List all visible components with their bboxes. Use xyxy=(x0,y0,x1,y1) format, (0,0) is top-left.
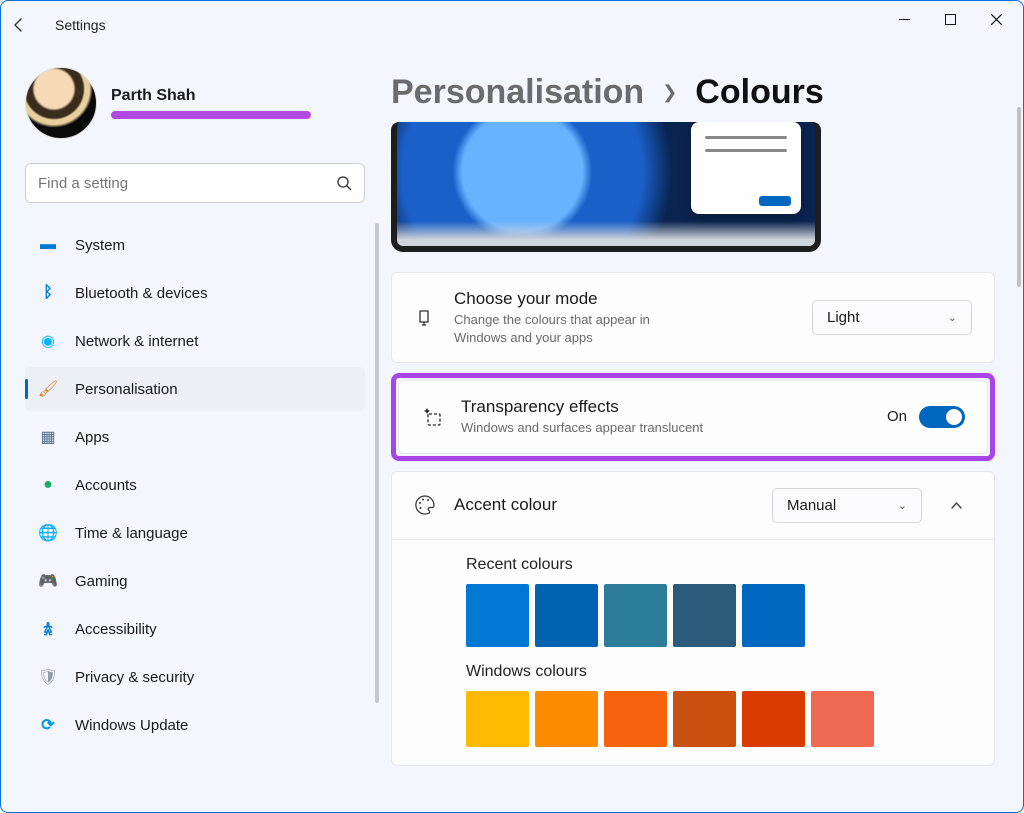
transparency-state: On xyxy=(887,408,907,425)
mode-card: Choose your mode Change the colours that… xyxy=(391,272,995,363)
recent-colour-swatch[interactable] xyxy=(673,584,736,647)
accent-card: Accent colour Manual ⌄ Recent colours Wi… xyxy=(391,471,995,766)
chevron-down-icon: ⌄ xyxy=(898,499,907,512)
accent-collapse-button[interactable] xyxy=(940,489,972,521)
maximize-button[interactable] xyxy=(927,3,973,35)
brush-icon: 🖌 xyxy=(37,379,59,399)
windows-colour-swatch[interactable] xyxy=(742,691,805,747)
sidebar-item-accounts[interactable]: ● Accounts xyxy=(25,463,365,507)
windows-colour-swatch[interactable] xyxy=(466,691,529,747)
preview-pane xyxy=(391,122,821,252)
bluetooth-icon: ᛒ xyxy=(37,284,59,302)
accent-title: Accent colour xyxy=(454,495,754,515)
sidebar-item-label: Personalisation xyxy=(75,381,178,398)
back-button[interactable] xyxy=(11,17,51,33)
windows-colour-swatch[interactable] xyxy=(811,691,874,747)
accent-mode-dropdown[interactable]: Manual ⌄ xyxy=(772,488,922,523)
shield-icon: 🛡 xyxy=(37,667,59,687)
search-icon xyxy=(337,176,352,191)
search-box[interactable] xyxy=(25,163,365,203)
accessibility-icon: 𖠋 xyxy=(37,618,59,640)
breadcrumb-current: Colours xyxy=(695,73,823,112)
sidebar-item-label: Privacy & security xyxy=(75,669,194,686)
accent-body: Recent colours Windows colours xyxy=(392,556,994,765)
windows-colour-swatch[interactable] xyxy=(604,691,667,747)
sidebar-item-personalisation[interactable]: 🖌 Personalisation xyxy=(25,367,365,411)
windows-colour-swatch[interactable] xyxy=(535,691,598,747)
recent-colour-swatch[interactable] xyxy=(742,584,805,647)
sidebar-item-label: Accounts xyxy=(75,477,137,494)
redacted-email xyxy=(111,111,311,119)
system-icon: ▬ xyxy=(37,236,59,254)
sidebar-item-network[interactable]: ◉ Network & internet xyxy=(25,319,365,363)
titlebar: Settings xyxy=(1,1,1023,49)
sidebar-item-bluetooth[interactable]: ᛒ Bluetooth & devices xyxy=(25,271,365,315)
nav-list: ▬ System ᛒ Bluetooth & devices ◉ Network… xyxy=(25,223,373,747)
chevron-down-icon: ⌄ xyxy=(948,311,957,324)
breadcrumb: Personalisation ❯ Colours xyxy=(391,49,995,122)
gaming-icon: 🎮 xyxy=(37,571,59,591)
profile-block[interactable]: Parth Shah xyxy=(25,67,373,139)
mode-desc: Change the colours that appear in Window… xyxy=(454,311,704,346)
transparency-card: Transparency effects Windows and surface… xyxy=(398,380,988,454)
windows-colours-label: Windows colours xyxy=(466,663,972,681)
chevron-right-icon: ❯ xyxy=(662,82,677,103)
windows-colour-swatch[interactable] xyxy=(673,691,736,747)
sidebar-item-label: Apps xyxy=(75,429,109,446)
sidebar-item-gaming[interactable]: 🎮 Gaming xyxy=(25,559,365,603)
recent-colours-row xyxy=(466,584,972,647)
avatar xyxy=(25,67,97,139)
sidebar-item-label: Bluetooth & devices xyxy=(75,285,208,302)
apps-icon: ▦ xyxy=(37,427,59,447)
sidebar-item-label: Time & language xyxy=(75,525,188,542)
sparkle-icon xyxy=(421,406,443,428)
palette-icon xyxy=(414,494,436,516)
mode-title: Choose your mode xyxy=(454,289,794,309)
sidebar-item-accessibility[interactable]: 𖠋 Accessibility xyxy=(25,607,365,651)
breadcrumb-parent[interactable]: Personalisation xyxy=(391,73,644,112)
search-input[interactable] xyxy=(38,175,337,192)
recent-colour-swatch[interactable] xyxy=(604,584,667,647)
window-controls xyxy=(881,3,1019,35)
content-scrollbar[interactable] xyxy=(1017,107,1021,287)
recent-colours-label: Recent colours xyxy=(466,556,972,574)
recent-colour-swatch[interactable] xyxy=(535,584,598,647)
sidebar-item-label: Network & internet xyxy=(75,333,198,350)
sidebar-item-apps[interactable]: ▦ Apps xyxy=(25,415,365,459)
sidebar-item-update[interactable]: ⟳ Windows Update xyxy=(25,703,365,747)
sidebar-scrollbar[interactable] xyxy=(375,223,379,703)
sidebar-item-privacy[interactable]: 🛡 Privacy & security xyxy=(25,655,365,699)
user-name: Parth Shah xyxy=(111,87,311,105)
transparency-toggle[interactable] xyxy=(919,406,965,428)
windows-colours-row xyxy=(466,691,972,747)
sidebar-item-label: Accessibility xyxy=(75,621,157,638)
sidebar-item-system[interactable]: ▬ System xyxy=(25,223,365,267)
transparency-title: Transparency effects xyxy=(461,397,869,417)
transparency-desc: Windows and surfaces appear translucent xyxy=(461,419,711,437)
mode-selected: Light xyxy=(827,309,860,326)
close-button[interactable] xyxy=(973,3,1019,35)
preview-window xyxy=(691,122,801,214)
sidebar-item-time[interactable]: 🌐 Time & language xyxy=(25,511,365,555)
app-title: Settings xyxy=(55,17,106,33)
brush-outline-icon xyxy=(414,307,436,329)
sidebar-item-label: Windows Update xyxy=(75,717,188,734)
mode-dropdown[interactable]: Light ⌄ xyxy=(812,300,972,335)
sidebar-item-label: Gaming xyxy=(75,573,128,590)
content-pane: Personalisation ❯ Colours Choose your mo… xyxy=(391,49,1023,812)
accent-mode-selected: Manual xyxy=(787,497,836,514)
wifi-icon: ◉ xyxy=(37,331,59,351)
transparency-highlight: Transparency effects Windows and surface… xyxy=(391,373,995,461)
globe-icon: 🌐 xyxy=(37,523,59,543)
accounts-icon: ● xyxy=(37,476,59,494)
sidebar-item-label: System xyxy=(75,237,125,254)
update-icon: ⟳ xyxy=(37,715,59,735)
sidebar: Parth Shah ▬ System ᛒ Bluetooth & device… xyxy=(1,49,391,812)
recent-colour-swatch[interactable] xyxy=(466,584,529,647)
minimize-button[interactable] xyxy=(881,3,927,35)
